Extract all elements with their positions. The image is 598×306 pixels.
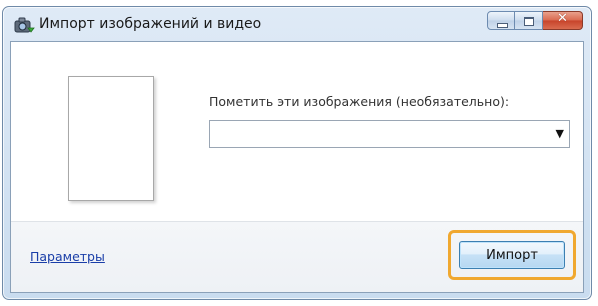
caption-buttons: ✕ [487, 11, 583, 31]
tag-label: Пометить эти изображения (необязательно)… [209, 94, 510, 109]
import-button-highlight: Импорт [448, 230, 576, 280]
import-dialog-window: Импорт изображений и видео ✕ Пометить эт… [2, 6, 592, 300]
image-preview-thumbnail [68, 76, 154, 201]
camera-import-icon [14, 17, 35, 33]
window-title: Импорт изображений и видео [39, 16, 262, 32]
settings-link[interactable]: Параметры [30, 249, 105, 264]
minimize-icon [497, 23, 508, 28]
title-bar[interactable]: Импорт изображений и видео ✕ [3, 7, 591, 41]
close-icon: ✕ [557, 11, 568, 26]
import-button[interactable]: Импорт [459, 241, 565, 269]
close-button[interactable]: ✕ [543, 11, 583, 30]
dialog-client-area: Пометить эти изображения (необязательно)… [10, 41, 584, 293]
maximize-icon [524, 17, 534, 26]
dialog-footer: Параметры Импорт [11, 221, 583, 292]
chevron-down-icon[interactable]: ▼ [556, 127, 564, 140]
tag-combobox[interactable]: ▼ [209, 120, 570, 148]
content-area: Пометить эти изображения (необязательно)… [11, 42, 583, 223]
minimize-button[interactable] [487, 11, 515, 30]
maximize-button[interactable] [515, 11, 543, 30]
